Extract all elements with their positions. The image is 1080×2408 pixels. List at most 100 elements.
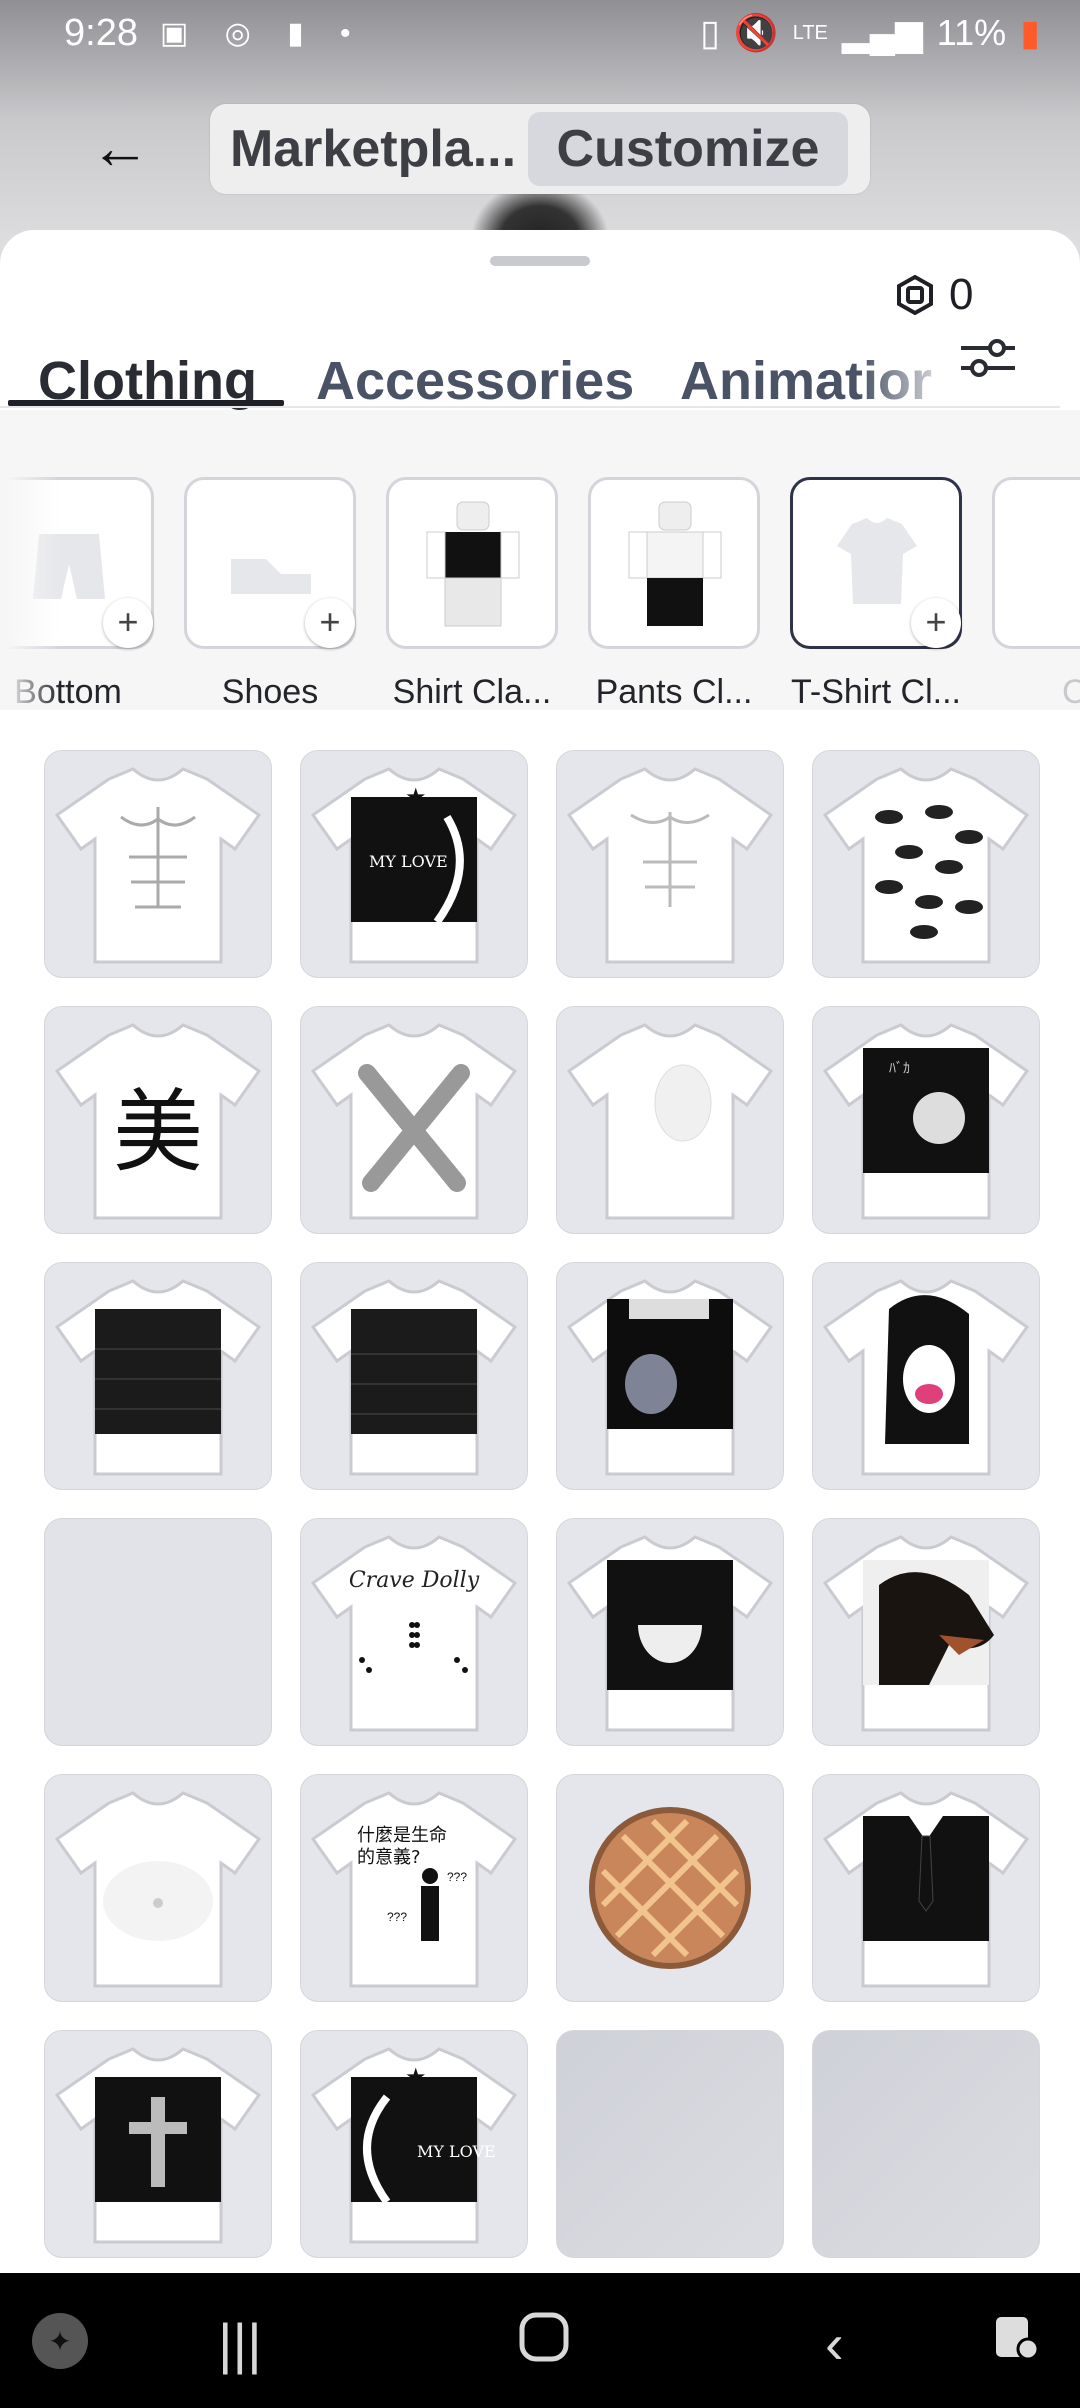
add-icon: + — [305, 598, 355, 648]
tshirt-thumbnail — [566, 1535, 774, 1732]
item-tile-suit-shirt[interactable] — [812, 1774, 1040, 2002]
svg-text:★: ★ — [405, 784, 427, 811]
subcategory-label: Cl — [1061, 673, 1080, 711]
item-tile-dark-texture-shirt[interactable] — [44, 1262, 272, 1490]
recent-apps-icon[interactable]: ||| — [218, 2311, 262, 2376]
item-tile-loading-tile[interactable] — [812, 2030, 1040, 2258]
battery-saver-icon: ▯ — [700, 12, 720, 53]
customize-sheet: 0 Clothing Accessories Animatior + Botto… — [0, 230, 1080, 2275]
item-tile-my-love-shirt-2[interactable]: MY LOVE ★ — [300, 2030, 528, 2258]
svg-text:的意義?: 的意義? — [357, 1847, 421, 1868]
item-tile-ghost-girl-shirt[interactable] — [556, 1262, 784, 1490]
item-tile-my-love-shirt[interactable]: MY LOVE ★ — [300, 750, 528, 978]
tshirt-thumbnail — [589, 1807, 751, 1969]
currency-balance[interactable]: 0 — [895, 270, 973, 320]
robux-icon — [895, 275, 935, 315]
game-launcher-icon[interactable]: ✦ — [30, 2311, 90, 2384]
item-tile-pie-shirt[interactable] — [556, 1774, 784, 2002]
svg-text:???: ??? — [387, 1910, 407, 1924]
tshirt-thumbnail: Crave Dolly — [310, 1535, 518, 1732]
back-nav-icon[interactable]: ‹ — [825, 2311, 844, 2376]
tshirt-thumbnail — [54, 2047, 262, 2244]
home-icon[interactable] — [518, 2311, 570, 2376]
tshirt-thumbnail — [310, 1023, 518, 1220]
tshirt-thumbnail — [54, 1791, 262, 1988]
tshirt-thumbnail: MY LOVE ★ — [310, 2047, 518, 2244]
segment-customize[interactable]: Customize — [528, 112, 848, 186]
item-tile-belly-shirt[interactable] — [44, 1774, 272, 2002]
tshirt-thumbnail — [566, 767, 774, 964]
tshirt-thumbnail — [822, 1279, 1030, 1476]
shoes-thumb: + — [184, 477, 356, 649]
tshirt-thumbnail: ﾊﾞｶ — [822, 1023, 1030, 1220]
item-tile-abs-shirt[interactable] — [44, 750, 272, 978]
status-right: ▯ 🔇 LTE ▂▄▆ 11% ▮ — [700, 12, 1040, 54]
tshirt-thumbnail — [822, 1535, 1030, 1732]
svg-text:什麼是生命: 什麼是生命 — [357, 1825, 447, 1846]
item-tile-meaning-of-life-shirt[interactable]: 什麼是生命 的意義??????? — [300, 1774, 528, 2002]
tab-divider — [0, 406, 1060, 408]
item-tile-cross-shirt[interactable] — [44, 2030, 272, 2258]
subcategory-tshirt-classic[interactable]: + T-Shirt Cl... — [788, 477, 964, 712]
tshirt-thumbnail — [54, 1279, 262, 1476]
tshirt-thumbnail — [54, 767, 262, 964]
pants-thumb — [588, 477, 760, 649]
subcategory-label: Shoes — [221, 673, 319, 711]
item-tile-anime-dark-shirt[interactable]: ﾊﾞｶ — [812, 1006, 1040, 1234]
currency-amount: 0 — [949, 270, 974, 319]
network-label: LTE — [792, 21, 828, 44]
avatar-thumbnail — [426, 501, 520, 627]
segment-marketplace[interactable]: Marketpla... — [218, 112, 528, 186]
tshirt-thumbnail: 什麼是生命的意義??????? — [310, 1791, 518, 1988]
subcategory-label: T-Shirt Cl... — [790, 673, 962, 711]
signal-icon: ▂▄▆ — [841, 12, 923, 53]
notification-icons: ▣ ◎ ▮ • — [160, 17, 365, 50]
item-tile-kanji-shirt[interactable]: 美 — [44, 1006, 272, 1234]
item-tile-empty-tile[interactable] — [44, 1518, 272, 1746]
item-tile-dog-shirt[interactable] — [812, 1518, 1040, 1746]
battery-percent: 11% — [936, 12, 1007, 53]
tab-accessories[interactable]: Accessories — [316, 350, 634, 412]
subcategory-classic-partial[interactable]: Cl — [990, 477, 1080, 712]
filter-icon[interactable] — [955, 330, 1021, 386]
sheet-drag-handle[interactable] — [490, 256, 590, 266]
tshirt-thumbnail — [310, 1279, 518, 1476]
item-tile-abs-outline-shirt[interactable] — [556, 750, 784, 978]
tshirt-thumbnail: MY LOVE ★ — [310, 767, 518, 964]
tshirt-thumbnail — [566, 1279, 774, 1476]
subcategory-strip: + Bottom + Shoes Shirt Cla... Pants Cl..… — [0, 410, 1080, 712]
strip-fade — [0, 410, 60, 710]
tshirt-thumbnail — [822, 767, 1030, 964]
avatar-thumbnail — [628, 501, 722, 626]
subcategory-shoes[interactable]: + Shoes — [182, 477, 358, 712]
status-bar: 9:28 ▣ ◎ ▮ • ▯ 🔇 LTE ▂▄▆ 11% ▮ — [0, 0, 1080, 70]
svg-text:美: 美 — [113, 1080, 203, 1185]
item-tile-anime-girl-shirt[interactable] — [556, 1518, 784, 1746]
item-tile-crave-dolly-shirt[interactable]: Crave Dolly — [300, 1518, 528, 1746]
svg-text:???: ??? — [447, 1870, 467, 1884]
subcategory-label: Shirt Cla... — [392, 673, 552, 711]
shirt-thumb — [386, 477, 558, 649]
item-tile-crossed-arms-shirt[interactable] — [300, 1006, 528, 1234]
svg-text:★: ★ — [405, 2064, 427, 2091]
svg-text:✦: ✦ — [48, 2325, 71, 2358]
add-icon: + — [911, 598, 961, 648]
tshirt-thumbnail — [566, 1023, 774, 1220]
system-nav-bar: ✦ ||| ‹ — [0, 2273, 1080, 2408]
item-tile-faded-figure-shirt[interactable] — [556, 1006, 784, 1234]
item-tile-loading-tile[interactable] — [556, 2030, 784, 2258]
item-tile-anime-scream-shirt[interactable] — [812, 1262, 1040, 1490]
tshirt-thumbnail: 美 — [54, 1023, 262, 1220]
screen-lock-icon[interactable] — [990, 2311, 1042, 2376]
svg-text:ﾊﾞｶ: ﾊﾞｶ — [889, 1060, 910, 1076]
svg-text:MY LOVE: MY LOVE — [417, 2142, 496, 2161]
mode-toggle: Marketpla... Customize — [210, 104, 870, 194]
back-arrow-icon[interactable]: ← — [80, 118, 160, 178]
battery-icon: ▮ — [1020, 12, 1040, 53]
item-tile-dark-texture-shirt-2[interactable] — [300, 1262, 528, 1490]
subcategory-pants-classic[interactable]: Pants Cl... — [586, 477, 762, 712]
item-tile-eyes-shirt[interactable] — [812, 750, 1040, 978]
subcategory-shirt-classic[interactable]: Shirt Cla... — [384, 477, 560, 712]
mute-icon: 🔇 — [733, 12, 779, 53]
add-icon: + — [103, 598, 153, 648]
